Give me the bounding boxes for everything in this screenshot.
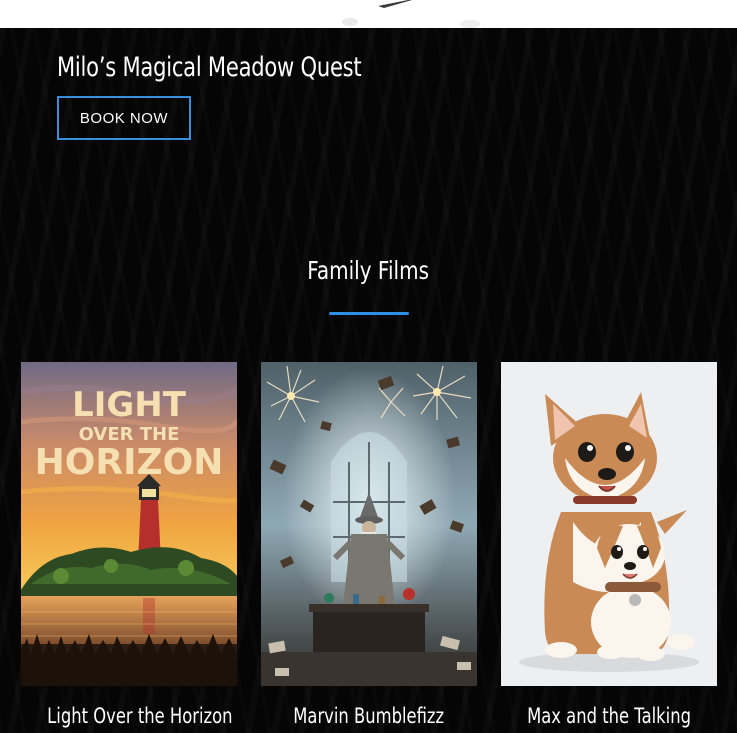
film-poster[interactable] [501,362,717,686]
film-poster[interactable] [261,362,477,686]
film-card[interactable]: Marvin Bumblefizz [261,362,477,728]
film-title[interactable]: Light Over the Horizon [21,704,237,728]
film-title-text[interactable]: Light Over the Horizon [47,704,232,728]
poster-text-line: LIGHT [72,385,187,425]
poster-text-line: HORIZON [35,442,224,483]
film-title-text[interactable]: Marvin Bumblefizz [294,704,445,728]
film-card[interactable]: LIGHT OVER THE HORIZON Light Over the Ho… [21,362,237,728]
film-title-text[interactable]: Max and the Talking [527,704,691,728]
featured-film-title: Milo’s Magical Meadow Quest [57,52,362,83]
hero-image-strip [0,0,737,28]
book-now-button[interactable]: BOOK NOW [57,96,191,140]
section-title-text: Family Films [307,256,430,285]
section-title: Family Films [0,256,737,285]
film-poster[interactable]: LIGHT OVER THE HORIZON [21,362,237,686]
film-title[interactable]: Marvin Bumblefizz [261,704,477,728]
film-title[interactable]: Max and the Talking [501,704,717,728]
lighthouse-poster-icon: LIGHT OVER THE HORIZON [21,362,237,686]
hero-image-fragment [342,0,480,28]
film-card[interactable]: Max and the Talking [501,362,717,728]
wizard-poster-icon [261,362,477,686]
section-title-underline [329,312,409,315]
dogs-poster-icon [501,362,717,686]
